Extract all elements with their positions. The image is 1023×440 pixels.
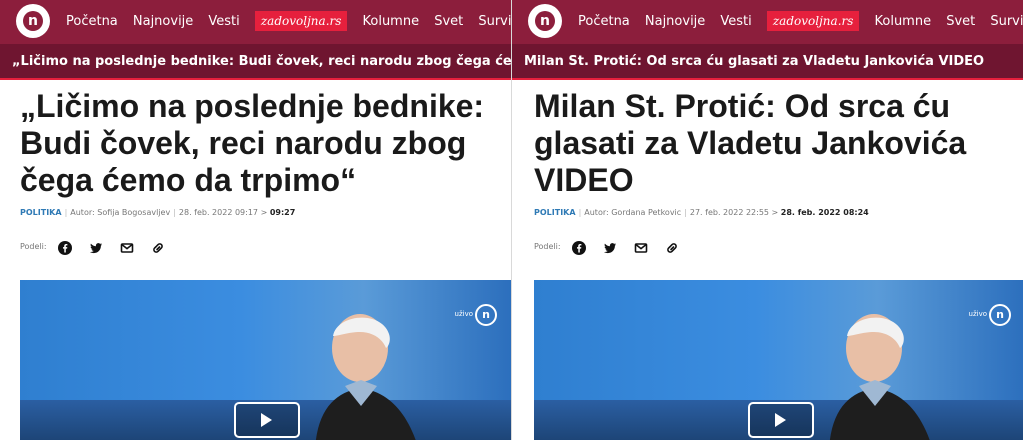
play-icon [261, 413, 272, 427]
updated-time: 28. feb. 2022 08:24 [780, 208, 869, 217]
nav-item-vesti[interactable]: Vesti [208, 0, 239, 44]
meta-separator: | [684, 208, 687, 217]
live-label: uživo [454, 310, 473, 318]
play-button[interactable] [234, 402, 300, 438]
author-name: Sofija Bogosavljev [97, 208, 171, 217]
channel-logo-icon: n [989, 304, 1011, 326]
play-button[interactable] [748, 402, 814, 438]
share-bar: Podeli: [534, 236, 691, 255]
meta-separator: | [173, 208, 176, 217]
nav-item-vesti[interactable]: Vesti [720, 0, 751, 44]
article-meta: POLITIKA | Autor: Sofija Bogosavljev | 28. f… [20, 208, 295, 217]
nav-item-svet[interactable]: Svet [946, 0, 975, 44]
nav-item-zadovoljna[interactable]: zadovoljna.rs [254, 10, 348, 31]
logo-mark: n [535, 11, 555, 31]
facebook-icon[interactable] [57, 240, 72, 255]
top-navigation: n Početna Najnovije Vesti zadovoljna.rs … [512, 0, 1023, 44]
breaking-ticker[interactable]: „Ličimo na poslednje bednike: Budi čovek… [0, 44, 511, 80]
published-time: 27. feb. 2022 22:55 [689, 208, 769, 217]
meta-separator: | [578, 208, 582, 217]
screen: n Početna Najnovije Vesti zadovoljna.rs … [0, 0, 1023, 440]
nav-item-kolumne[interactable]: Kolumne [363, 0, 420, 44]
video-thumbnail-person [315, 314, 416, 440]
category-link[interactable]: POLITIKA [534, 208, 576, 217]
breaking-ticker[interactable]: Milan St. Protić: Od srca ću glasati za … [512, 44, 1023, 80]
article-headline: „Ličimo na poslednje bednike: Budi čovek… [20, 88, 485, 198]
nav-menu: Početna Najnovije Vesti zadovoljna.rs Ko… [66, 0, 511, 44]
nav-item-kolumne[interactable]: Kolumne [875, 0, 932, 44]
article-meta: POLITIKA | Autor: Gordana Petkovic | 27. feb… [534, 208, 869, 217]
video-player[interactable]: uživo n [534, 280, 1023, 440]
link-icon[interactable] [665, 240, 679, 254]
play-icon [775, 413, 786, 427]
updated-time: 09:27 [269, 208, 296, 217]
share-bar: Podeli: [20, 236, 177, 255]
channel-logo-icon: n [475, 304, 497, 326]
email-icon[interactable] [120, 240, 134, 254]
site-logo[interactable]: n [16, 4, 50, 38]
update-arrow: > [260, 208, 268, 217]
article-headline: Milan St. Protić: Od srca ću glasati za … [534, 88, 967, 198]
video-thumbnail-person [829, 314, 930, 440]
nav-item-pocetna[interactable]: Početna [578, 0, 630, 44]
article-panel-right: n Početna Najnovije Vesti zadovoljna.rs … [512, 0, 1023, 440]
logo-letter: n [540, 13, 550, 29]
twitter-icon[interactable] [89, 240, 103, 254]
video-player[interactable]: uživo n [20, 280, 511, 440]
nav-item-najnovije[interactable]: Najnovije [133, 0, 193, 44]
nav-item-svet[interactable]: Svet [434, 0, 463, 44]
twitter-icon[interactable] [603, 240, 617, 254]
author-label: Autor: [584, 208, 609, 217]
meta-separator: | [64, 208, 68, 217]
nav-item-survivor[interactable]: Survivor [478, 0, 511, 44]
share-label: Podeli: [20, 242, 47, 251]
nav-item-zadovoljna[interactable]: zadovoljna.rs [766, 10, 860, 31]
category-link[interactable]: POLITIKA [20, 208, 62, 217]
logo-letter: n [28, 13, 38, 29]
nav-item-najnovije[interactable]: Najnovije [645, 0, 705, 44]
author-label: Autor: [70, 208, 95, 217]
nav-menu: Početna Najnovije Vesti zadovoljna.rs Ko… [578, 0, 1023, 44]
update-arrow: > [771, 208, 779, 217]
published-time: 28. feb. 2022 09:17 [178, 208, 259, 217]
live-label: uživo [968, 310, 987, 318]
facebook-icon[interactable] [571, 240, 586, 255]
email-icon[interactable] [634, 240, 648, 254]
share-label: Podeli: [534, 242, 561, 251]
top-navigation: n Početna Najnovije Vesti zadovoljna.rs … [0, 0, 511, 44]
author-name: Gordana Petkovic [611, 208, 682, 217]
article-panel-left: n Početna Najnovije Vesti zadovoljna.rs … [0, 0, 511, 440]
nav-item-pocetna[interactable]: Početna [66, 0, 118, 44]
link-icon[interactable] [151, 240, 165, 254]
site-logo[interactable]: n [528, 4, 562, 38]
logo-mark: n [23, 11, 43, 31]
nav-item-survivor[interactable]: Survivor [990, 0, 1023, 44]
